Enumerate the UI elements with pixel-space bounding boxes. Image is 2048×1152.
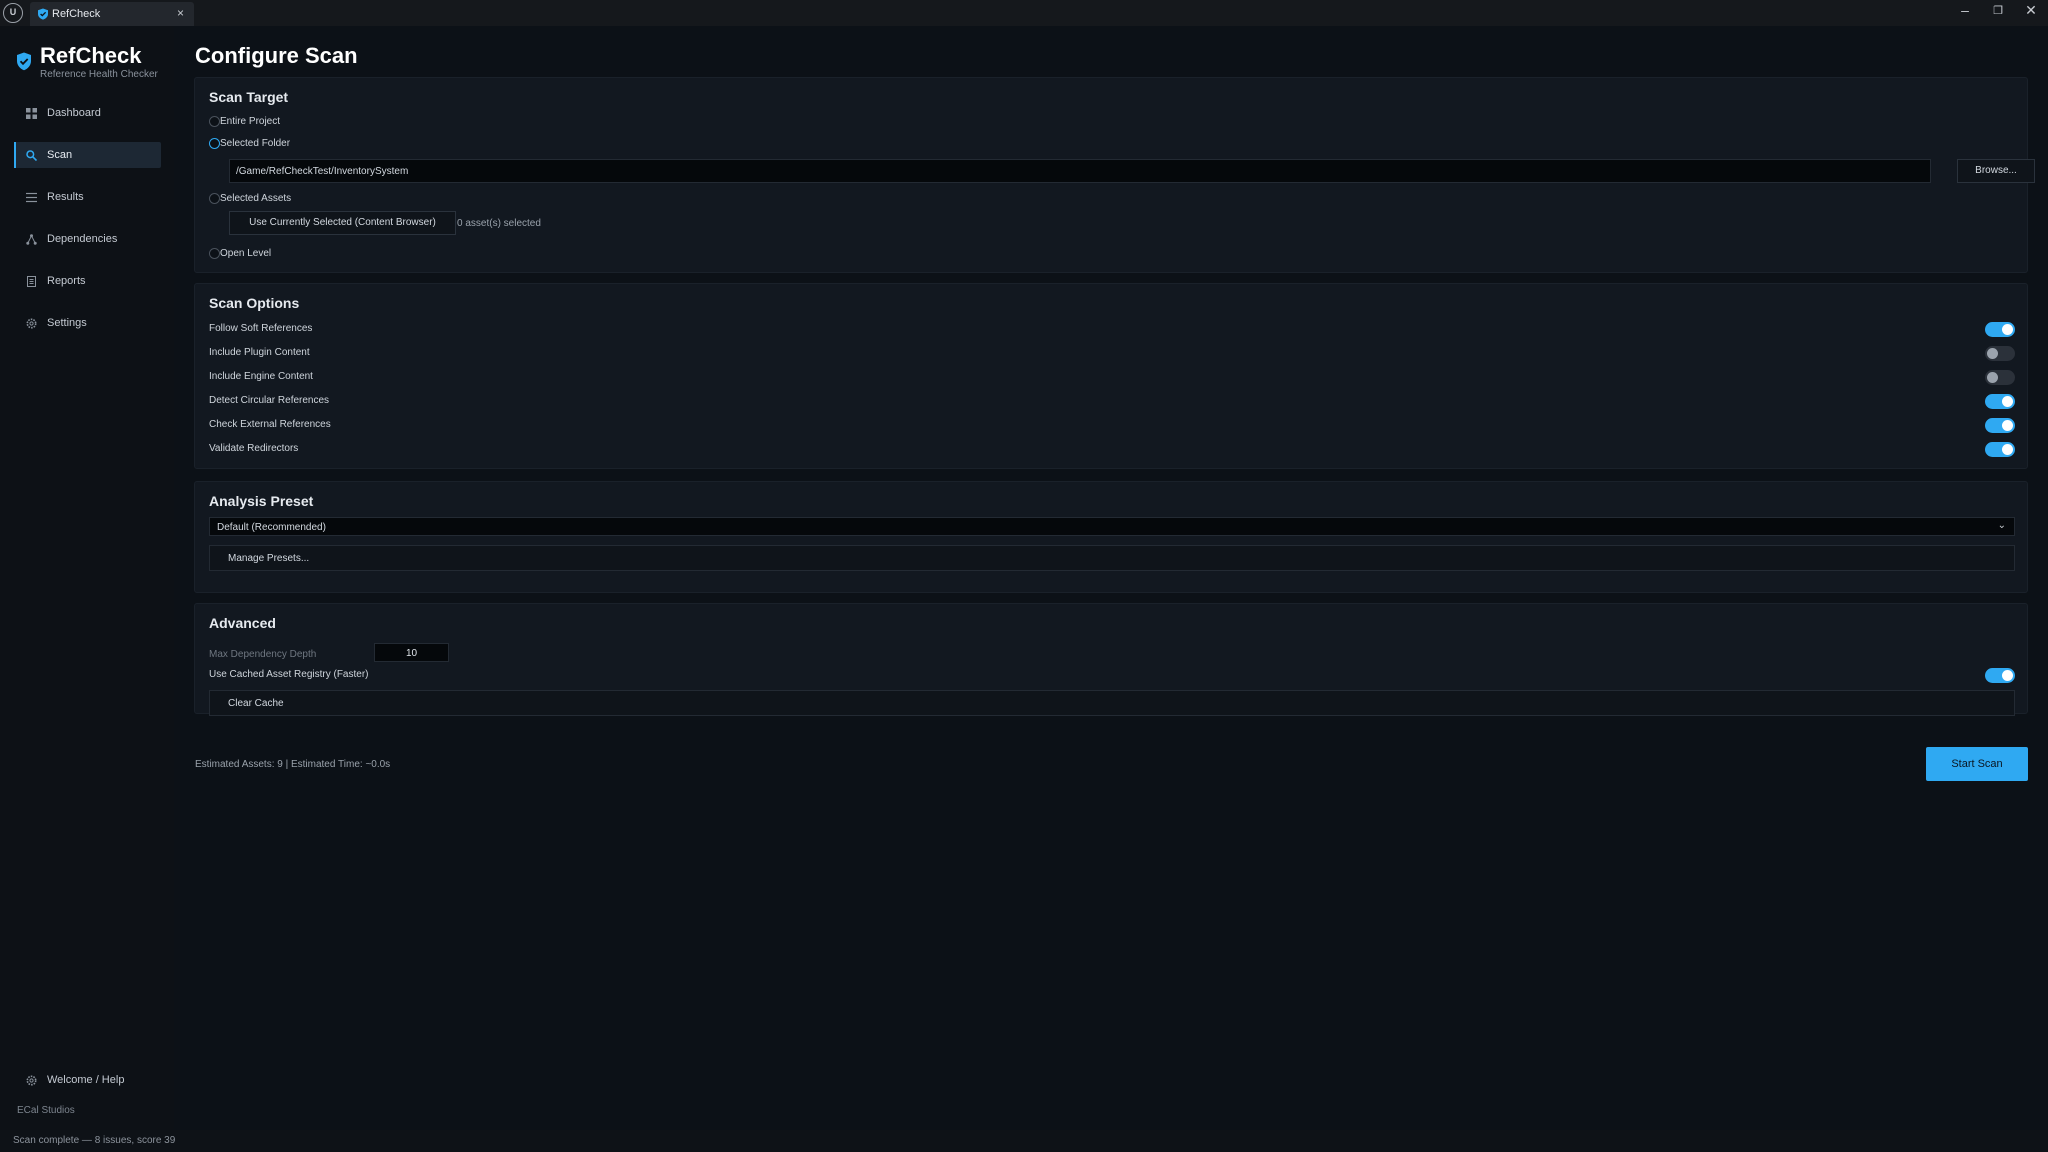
scan-options-panel: Scan Options Follow Soft References Incl… — [194, 283, 2028, 469]
unreal-logo-icon[interactable]: U — [3, 3, 23, 23]
sidebar-item-label: Dependencies — [47, 233, 118, 245]
sidebar-item-label: Reports — [47, 275, 86, 287]
analysis-preset-panel: Analysis Preset Default (Recommended) ⌄ … — [194, 481, 2028, 593]
preset-dropdown[interactable]: Default (Recommended) ⌄ — [209, 517, 2015, 536]
page-title: Configure Scan — [195, 43, 358, 68]
use-currently-selected-button[interactable]: Use Currently Selected (Content Browser) — [229, 211, 456, 235]
option-include-engine-content: Include Engine Content — [209, 368, 2015, 386]
sidebar-item-results[interactable]: Results — [14, 184, 161, 210]
shield-check-icon — [17, 52, 31, 71]
status-bar: Scan complete — 8 issues, score 39 — [0, 1130, 2048, 1152]
chevron-down-icon: ⌄ — [1997, 520, 2006, 531]
option-label: Follow Soft References — [209, 323, 313, 334]
panel-title: Scan Options — [209, 295, 300, 311]
option-follow-soft-references: Follow Soft References — [209, 320, 2015, 338]
panel-title: Advanced — [209, 615, 276, 631]
restore-button[interactable]: ❐ — [1983, 4, 2013, 17]
option-use-cached-registry: Use Cached Asset Registry (Faster) — [209, 666, 2015, 684]
grid-icon — [26, 108, 37, 119]
toggle-switch[interactable] — [1985, 668, 2015, 683]
radio-label: Selected Folder — [220, 138, 291, 149]
radio-button[interactable] — [209, 138, 220, 149]
start-scan-button[interactable]: Start Scan — [1926, 747, 2028, 781]
radio-button[interactable] — [209, 248, 220, 259]
option-label: Check External References — [209, 419, 331, 430]
radio-button[interactable] — [209, 193, 220, 204]
toggle-switch[interactable] — [1985, 322, 2015, 337]
main-content: Configure Scan Scan Target Entire Projec… — [174, 26, 2048, 1130]
sidebar-item-label: Results — [47, 191, 84, 203]
studio-name: ECal Studios — [17, 1105, 75, 1116]
sidebar-item-label: Dashboard — [47, 107, 101, 119]
option-label: Include Plugin Content — [209, 347, 310, 358]
sidebar-item-dashboard[interactable]: Dashboard — [14, 100, 161, 126]
search-icon — [26, 150, 37, 161]
document-icon — [27, 276, 36, 287]
shield-icon — [38, 8, 48, 20]
manage-presets-button[interactable]: Manage Presets... — [209, 545, 2015, 571]
radio-label: Selected Assets — [220, 193, 292, 204]
panel-title: Scan Target — [209, 89, 289, 105]
sidebar-item-label: Scan — [47, 149, 73, 161]
scan-estimate: Estimated Assets: 9 | Estimated Time: ~0… — [195, 759, 391, 770]
assets-selected-count: 0 asset(s) selected — [457, 218, 541, 229]
max-depth-input[interactable]: 10 — [374, 643, 449, 662]
brand-subtitle: Reference Health Checker — [40, 69, 158, 80]
status-text: Scan complete — 8 issues, score 39 — [13, 1135, 176, 1146]
toggle-switch[interactable] — [1985, 418, 2015, 433]
option-label: Use Cached Asset Registry (Faster) — [209, 669, 369, 680]
toggle-switch[interactable] — [1985, 394, 2015, 409]
option-label: Validate Redirectors — [209, 443, 299, 454]
toggle-switch[interactable] — [1985, 346, 2015, 361]
option-validate-redirectors: Validate Redirectors — [209, 440, 2015, 458]
radio-label: Open Level — [220, 248, 272, 259]
toggle-switch[interactable] — [1985, 370, 2015, 385]
advanced-panel: Advanced Max Dependency Depth 10 Use Cac… — [194, 603, 2028, 716]
radio-label: Entire Project — [220, 116, 281, 127]
max-depth-label: Max Dependency Depth — [209, 649, 317, 660]
brand-name: RefCheck — [40, 43, 142, 68]
sidebar-item-label: Settings — [47, 317, 87, 329]
help-gear-icon — [26, 1075, 37, 1086]
scan-target-panel: Scan Target Entire Project Selected Fold… — [194, 77, 2035, 273]
close-window-button[interactable]: ✕ — [2016, 2, 2046, 19]
sidebar-item-dependencies[interactable]: Dependencies — [14, 226, 161, 252]
toggle-switch[interactable] — [1985, 442, 2015, 457]
sidebar-item-help[interactable]: Welcome / Help — [14, 1067, 161, 1093]
sidebar: RefCheck Reference Health Checker Dashbo… — [0, 26, 174, 1130]
clear-cache-button[interactable]: Clear Cache — [209, 690, 2015, 716]
close-tab-icon[interactable]: × — [177, 6, 184, 20]
panel-title: Analysis Preset — [209, 493, 314, 509]
title-bar: U RefCheck × – ❐ ✕ — [0, 0, 2048, 26]
radio-button[interactable] — [209, 116, 220, 127]
sidebar-item-scan[interactable]: Scan — [14, 142, 161, 168]
option-label: Include Engine Content — [209, 371, 313, 382]
sidebar-item-settings[interactable]: Settings — [14, 310, 161, 336]
tab-label: RefCheck — [52, 8, 101, 20]
list-icon — [26, 192, 37, 203]
browse-button[interactable]: Browse... — [1957, 159, 2035, 183]
option-include-plugin-content: Include Plugin Content — [209, 344, 2015, 362]
sidebar-item-label: Welcome / Help — [47, 1074, 125, 1086]
preset-selected-value: Default (Recommended) — [217, 522, 326, 533]
tab-refcheck[interactable]: RefCheck × — [30, 2, 194, 26]
minimize-button[interactable]: – — [1950, 2, 1980, 18]
sidebar-item-reports[interactable]: Reports — [14, 268, 161, 294]
folder-path-input[interactable]: /Game/RefCheckTest/InventorySystem — [229, 159, 1931, 183]
option-label: Detect Circular References — [209, 395, 330, 406]
option-detect-circular-references: Detect Circular References — [209, 392, 2015, 410]
option-check-external-references: Check External References — [209, 416, 2015, 434]
gear-icon — [26, 318, 37, 329]
tree-icon — [26, 234, 37, 245]
